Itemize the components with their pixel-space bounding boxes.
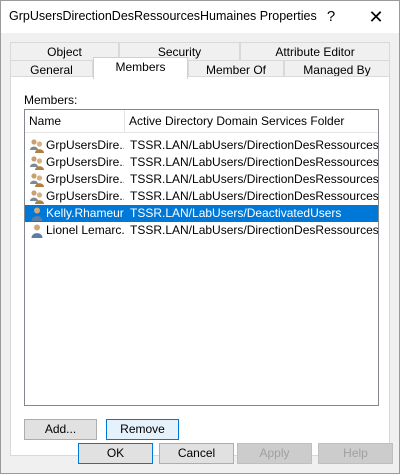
- column-header-name[interactable]: Name: [25, 110, 125, 133]
- table-row[interactable]: GrpUsersDire... TSSR.LAN/LabUsers/Directi…: [25, 154, 378, 171]
- group-icon: [29, 172, 45, 188]
- table-row[interactable]: GrpUsersDire... TSSR.LAN/LabUsers/Directi…: [25, 171, 378, 188]
- member-folder: TSSR.LAN/LabUsers/DirectionDesRessources…: [130, 223, 378, 237]
- column-header-folder[interactable]: Active Directory Domain Services Folder: [125, 110, 378, 133]
- members-label: Members:: [24, 93, 78, 107]
- add-button[interactable]: Add...: [24, 419, 97, 440]
- member-name: Kelly.Rhameur: [46, 206, 124, 220]
- help-icon[interactable]: ?: [308, 1, 354, 33]
- member-folder: TSSR.LAN/LabUsers/DeactivatedUsers: [130, 206, 342, 220]
- member-name: GrpUsersDire...: [46, 172, 124, 186]
- member-name: GrpUsersDire...: [46, 138, 124, 152]
- help-button[interactable]: Help: [318, 443, 393, 464]
- member-name: Lionel Lemarc...: [46, 223, 124, 237]
- properties-window: GrpUsersDirectionDesRessourcesHumaines P…: [0, 0, 400, 474]
- user-icon: [29, 206, 45, 222]
- group-icon: [29, 155, 45, 171]
- members-tab-panel: Members: Name Active Directory Domain Se…: [10, 76, 390, 456]
- ok-button[interactable]: OK: [78, 443, 153, 464]
- table-row[interactable]: Kelly.Rhameur TSSR.LAN/LabUsers/Deactivat…: [25, 205, 378, 222]
- close-icon[interactable]: ✕: [353, 1, 399, 33]
- group-icon: [29, 138, 45, 154]
- window-title: GrpUsersDirectionDesRessourcesHumaines P…: [9, 9, 317, 23]
- members-list[interactable]: Name Active Directory Domain Services Fo…: [24, 109, 379, 406]
- member-name: GrpUsersDire...: [46, 155, 124, 169]
- apply-button[interactable]: Apply: [237, 443, 312, 464]
- tab-members[interactable]: Members: [93, 57, 188, 79]
- tab-attribute-editor[interactable]: Attribute Editor: [240, 42, 390, 61]
- table-row[interactable]: GrpUsersDire... TSSR.LAN/LabUsers/Directi…: [25, 137, 378, 154]
- table-row[interactable]: GrpUsersDire... TSSR.LAN/LabUsers/Directi…: [25, 188, 378, 205]
- title-bar[interactable]: GrpUsersDirectionDesRessourcesHumaines P…: [1, 1, 399, 33]
- member-name: GrpUsersDire...: [46, 189, 124, 203]
- group-icon: [29, 189, 45, 205]
- list-header: Name Active Directory Domain Services Fo…: [25, 110, 378, 133]
- member-folder: TSSR.LAN/LabUsers/DirectionDesRessources…: [130, 189, 378, 203]
- dialog-content: Object Security Attribute Editor General…: [1, 33, 399, 473]
- user-icon: [29, 223, 45, 239]
- remove-button[interactable]: Remove: [106, 419, 179, 440]
- member-folder: TSSR.LAN/LabUsers/DirectionDesRessources…: [130, 155, 378, 169]
- member-folder: TSSR.LAN/LabUsers/DirectionDesRessources…: [130, 138, 378, 152]
- table-row[interactable]: Lionel Lemarc... TSSR.LAN/LabUsers/Direct…: [25, 222, 378, 239]
- cancel-button[interactable]: Cancel: [159, 443, 234, 464]
- member-folder: TSSR.LAN/LabUsers/DirectionDesRessources…: [130, 172, 378, 186]
